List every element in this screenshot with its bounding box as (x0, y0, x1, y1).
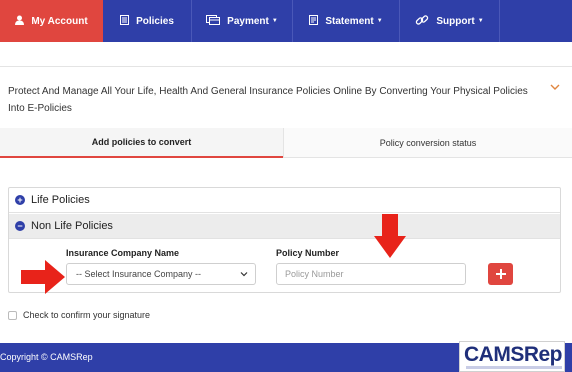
nav-support[interactable]: Support ▼ (400, 0, 500, 42)
insurance-company-select[interactable]: -- Select Insurance Company -- (66, 263, 256, 285)
statement-icon (309, 14, 319, 28)
payment-icon (206, 14, 221, 28)
accordion-non-life-label: Non Life Policies (31, 220, 113, 232)
nav-statement[interactable]: Statement ▼ (293, 0, 400, 42)
minus-circle-icon: − (15, 221, 25, 231)
policy-panel: + Life Policies − Non Life Policies Insu… (8, 187, 561, 293)
policy-number-input[interactable] (276, 263, 466, 285)
accordion-life-policies[interactable]: + Life Policies (9, 188, 560, 213)
arrow-right-annotation-icon (21, 260, 65, 294)
user-icon (15, 15, 25, 28)
link-icon (415, 13, 429, 30)
plus-icon (495, 269, 506, 279)
company-label: Insurance Company Name (66, 248, 180, 258)
chevron-down-icon: ▼ (477, 18, 484, 24)
nav-payment[interactable]: Payment ▼ (192, 0, 293, 42)
document-icon (120, 14, 130, 28)
arrow-down-annotation-icon (374, 214, 406, 258)
logo-text: CAMSRep (464, 343, 563, 366)
camsrep-logo: CAMSRep (459, 341, 565, 372)
logo-tagline-bar (466, 366, 562, 369)
chevron-down-icon: ▼ (271, 18, 278, 24)
plus-circle-icon: + (15, 195, 25, 205)
chevron-down-icon: ▼ (376, 18, 383, 24)
nav-my-account[interactable]: My Account (0, 0, 103, 42)
signature-label: Check to confirm your signature (23, 310, 151, 320)
intro-text: Protect And Manage All Your Life, Health… (8, 86, 528, 114)
copyright-text: Copyright © CAMSRep (0, 352, 93, 362)
insurance-company-selected: -- Select Insurance Company -- (76, 269, 202, 279)
policy-number-label: Policy Number (276, 248, 340, 258)
accordion-life-label: Life Policies (31, 194, 90, 206)
signature-checkbox[interactable] (8, 310, 17, 320)
chevron-down-icon[interactable] (549, 81, 561, 93)
nav-filler (500, 0, 572, 42)
chevron-down-icon (240, 272, 248, 277)
add-policy-button[interactable] (488, 263, 513, 285)
tab-conversion-status[interactable]: Policy conversion status (283, 128, 572, 158)
nav-policies[interactable]: Policies (103, 0, 192, 42)
divider (0, 66, 572, 67)
nav-payment-label: Payment (227, 15, 269, 27)
signature-confirm[interactable]: Check to confirm your signature (8, 310, 150, 320)
accordion-non-life-policies[interactable]: − Non Life Policies (9, 214, 560, 239)
tab-bar: Add policies to convert Policy conversio… (0, 128, 572, 158)
top-nav: My Account Policies Payment ▼ Statement … (0, 0, 572, 42)
tab-add-policies[interactable]: Add policies to convert (0, 128, 283, 158)
nav-my-account-label: My Account (31, 15, 88, 27)
nav-statement-label: Statement (325, 15, 374, 27)
nav-policies-label: Policies (136, 15, 174, 27)
nav-support-label: Support (436, 15, 475, 27)
